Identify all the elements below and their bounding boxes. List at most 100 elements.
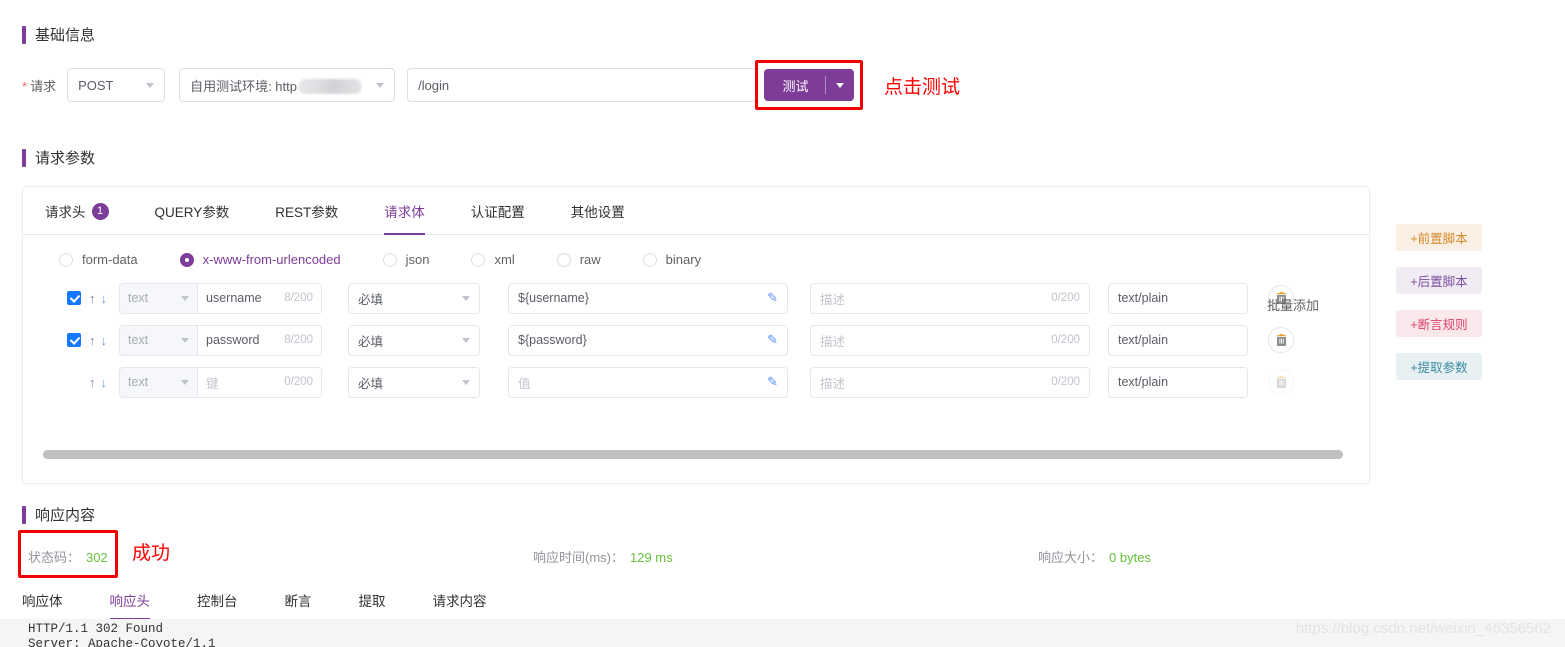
- body-type-radio-x-www-from-urlencoded[interactable]: x-www-from-urlencoded: [180, 252, 341, 267]
- arrow-up-icon[interactable]: ↑: [89, 291, 96, 306]
- param-required-select[interactable]: 必填: [348, 367, 480, 398]
- edit-pencil-icon[interactable]: ✎: [767, 332, 778, 348]
- body-type-radio-form-data[interactable]: form-data: [59, 252, 138, 267]
- param-mime-input[interactable]: text/plain: [1108, 283, 1248, 314]
- body-type-radio-group: form-data x-www-from-urlencoded json xml raw…: [23, 235, 1369, 267]
- param-desc-input[interactable]: 描述0/200: [810, 367, 1090, 398]
- param-type-select[interactable]: text: [119, 325, 197, 356]
- param-type-select[interactable]: text: [119, 367, 197, 398]
- chevron-down-icon: [181, 296, 189, 301]
- param-required-select[interactable]: 必填: [348, 283, 480, 314]
- arrow-down-icon[interactable]: ↓: [101, 375, 108, 390]
- body-type-radio-xml[interactable]: xml: [471, 252, 514, 267]
- http-method-select[interactable]: POST: [67, 68, 165, 102]
- side-action-button-2[interactable]: +后置脚本: [1396, 267, 1482, 294]
- param-mime-input[interactable]: text/plain: [1108, 367, 1248, 398]
- request-params-panel: 请求头1 QUERY参数 REST参数 请求体 认证配置 其他设置 form-data x-…: [22, 186, 1370, 484]
- section-header-request-params: 请求参数: [22, 147, 95, 168]
- section-title-basic-info: 基础信息: [35, 24, 95, 45]
- request-path-value: /login: [418, 78, 449, 93]
- param-mime-value: text/plain: [1118, 333, 1168, 347]
- param-enabled-checkbox[interactable]: [67, 291, 81, 305]
- param-key-input[interactable]: password8/200: [197, 325, 322, 356]
- param-required-select[interactable]: 必填: [348, 325, 480, 356]
- param-value-input[interactable]: 值✎: [508, 367, 788, 398]
- tab-5[interactable]: 认证配置: [471, 201, 525, 234]
- tab-1[interactable]: 请求头1: [45, 201, 109, 234]
- test-button-label: 测试: [764, 76, 825, 95]
- param-delete-button[interactable]: [1268, 327, 1294, 353]
- tab-2[interactable]: QUERY参数: [155, 201, 230, 234]
- request-label: *请求: [22, 76, 56, 95]
- section-title-request-params: 请求参数: [35, 147, 95, 168]
- response-time-label: 响应时间(ms)：: [533, 550, 624, 565]
- param-row: ↑ ↓ text键0/200 必填值✎ 描述0/200 text/plain: [23, 361, 1369, 403]
- param-mime-input[interactable]: text/plain: [1108, 325, 1248, 356]
- side-action-button-4[interactable]: +提取参数: [1396, 353, 1482, 380]
- bulk-add-link[interactable]: 批量添加: [1267, 295, 1319, 314]
- api-test-page: 基础信息 *请求 POST 自用测试环境: http /login 测试 点击测…: [0, 0, 1565, 647]
- radio-label: binary: [666, 252, 701, 267]
- annotation-success: 成功: [132, 538, 170, 565]
- tab-3[interactable]: REST参数: [275, 201, 338, 234]
- param-value-input[interactable]: ${username}✎: [508, 283, 788, 314]
- edit-pencil-icon[interactable]: ✎: [767, 290, 778, 306]
- response-tab-2[interactable]: 响应头: [110, 590, 151, 620]
- arrow-up-icon[interactable]: ↑: [89, 375, 96, 390]
- radio-icon: [557, 253, 571, 267]
- http-method-value: POST: [78, 78, 113, 93]
- param-key-input[interactable]: username8/200: [197, 283, 322, 314]
- response-tab-4[interactable]: 断言: [285, 590, 312, 620]
- response-tab-1[interactable]: 响应体: [22, 590, 63, 620]
- horizontal-scrollbar[interactable]: [43, 450, 1343, 459]
- section-accent-bar: [22, 26, 26, 44]
- tab-label: 请求体: [384, 201, 425, 221]
- param-value-input[interactable]: ${password}✎: [508, 325, 788, 356]
- param-type-select[interactable]: text: [119, 283, 197, 314]
- response-time-value: 129 ms: [630, 550, 673, 565]
- arrow-up-icon[interactable]: ↑: [89, 333, 96, 348]
- response-tab-3[interactable]: 控制台: [197, 590, 238, 620]
- chevron-down-icon: [181, 380, 189, 385]
- edit-pencil-icon[interactable]: ✎: [767, 374, 778, 390]
- side-action-label: +提取参数: [1410, 357, 1467, 376]
- arrow-down-icon[interactable]: ↓: [101, 333, 108, 348]
- test-button-dropdown[interactable]: [826, 83, 854, 88]
- response-tab-5[interactable]: 提取: [359, 590, 386, 620]
- param-key-input[interactable]: 键0/200: [197, 367, 322, 398]
- annotation-click-test: 点击测试: [884, 72, 960, 99]
- section-accent-bar: [22, 149, 26, 167]
- response-tab-6[interactable]: 请求内容: [433, 590, 487, 620]
- param-desc-input[interactable]: 描述0/200: [810, 283, 1090, 314]
- param-desc-counter: 0/200: [1051, 292, 1080, 304]
- request-path-input[interactable]: /login: [407, 68, 757, 102]
- response-body-content: HTTP/1.1 302 Found Server: Apache-Coyote…: [0, 619, 1565, 647]
- param-mime-value: text/plain: [1118, 291, 1168, 305]
- param-desc-input[interactable]: 描述0/200: [810, 325, 1090, 356]
- chevron-down-icon: [376, 83, 384, 88]
- side-action-button-3[interactable]: +断言规则: [1396, 310, 1482, 337]
- param-key-value: 键: [206, 373, 219, 392]
- side-action-button-1[interactable]: +前置脚本: [1396, 224, 1482, 251]
- arrow-down-icon[interactable]: ↓: [101, 291, 108, 306]
- response-size-value: 0 bytes: [1109, 550, 1151, 565]
- param-type-value: text: [128, 291, 148, 305]
- body-type-radio-raw[interactable]: raw: [557, 252, 601, 267]
- body-type-radio-json[interactable]: json: [383, 252, 430, 267]
- radio-icon: [180, 253, 194, 267]
- chevron-down-icon: [462, 338, 470, 343]
- tab-badge: 1: [92, 203, 109, 220]
- test-button[interactable]: 测试: [764, 69, 854, 101]
- side-action-buttons: +前置脚本 +后置脚本 +断言规则 +提取参数: [1396, 224, 1482, 380]
- tab-4[interactable]: 请求体: [384, 201, 425, 234]
- tab-label: REST参数: [275, 201, 338, 221]
- tab-6[interactable]: 其他设置: [571, 201, 625, 234]
- radio-label: xml: [494, 252, 514, 267]
- param-key-value: username: [206, 291, 262, 305]
- status-code-value: 302: [86, 550, 108, 565]
- param-delete-button[interactable]: [1268, 369, 1294, 395]
- param-enabled-checkbox[interactable]: [67, 333, 81, 347]
- body-type-radio-binary[interactable]: binary: [643, 252, 701, 267]
- environment-select[interactable]: 自用测试环境: http: [179, 68, 395, 102]
- radio-icon: [59, 253, 73, 267]
